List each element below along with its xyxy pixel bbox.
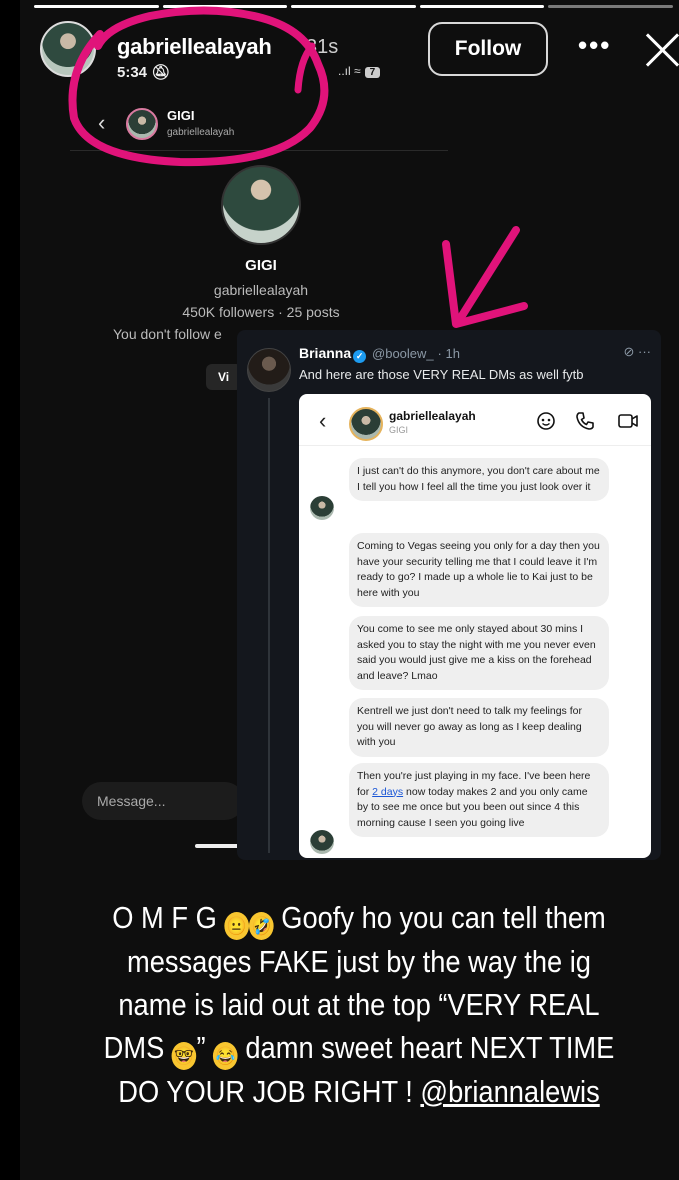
inner-status-icons: ..ıl ≈7 xyxy=(338,64,381,78)
thread-line xyxy=(268,398,270,853)
tweet-author-handle: @boolew_ xyxy=(372,346,434,361)
inner-chat-avatar xyxy=(126,108,158,140)
inner-status-time: 5:34 🔕︎ xyxy=(117,64,171,81)
close-icon[interactable] xyxy=(644,28,679,68)
battery-icon: 7 xyxy=(364,67,381,78)
dm-message-avatar xyxy=(310,496,334,520)
dm-message: I just can't do this anymore, you don't … xyxy=(349,458,609,501)
mention-link[interactable]: @briannalewis xyxy=(420,1074,599,1109)
rofl-emoji: 🤣 xyxy=(249,912,274,940)
tweet-text: And here are those VERY REAL DMs as well… xyxy=(299,367,584,382)
tears-of-joy-emoji: 😂 xyxy=(213,1042,238,1070)
dm-link: 2 days xyxy=(372,785,404,798)
dm-screenshot: ‹ gabriellealayah GIGI I just can't do t… xyxy=(299,394,651,858)
dm-message: Kentrell we just don't need to talk my f… xyxy=(349,698,609,757)
nerd-face-emoji: 🤓 xyxy=(171,1042,197,1070)
tweet-time: · 1h xyxy=(437,346,460,361)
dm-avatar xyxy=(349,407,383,441)
video-call-icon xyxy=(618,414,638,428)
profile-stats: 450K followers · 25 posts xyxy=(182,304,340,320)
story-avatar[interactable] xyxy=(40,21,96,77)
dm-message-last: Then you're just playing in my face. I'v… xyxy=(349,763,609,837)
profile-handle: gabriellealayah xyxy=(213,282,309,298)
profile-name: GIGI xyxy=(245,257,277,274)
dm-message: You come to see me only stayed about 30 … xyxy=(349,616,609,690)
tweet-actions-icon: ⊘ ··· xyxy=(623,344,652,359)
tweet-header: Brianna ✓ @boolew_ · 1h xyxy=(299,345,460,363)
dm-name: gabriellealayah xyxy=(389,409,476,423)
profile-avatar xyxy=(221,165,301,245)
tweet-author-name: Brianna xyxy=(299,345,352,361)
inner-chat-name: GIGI xyxy=(167,108,195,123)
dm-header: ‹ gabriellealayah GIGI xyxy=(299,394,651,446)
dm-back-icon: ‹ xyxy=(319,408,327,433)
more-options-icon[interactable]: ••• xyxy=(578,30,611,61)
home-indicator xyxy=(195,844,243,848)
tweet-avatar xyxy=(247,348,291,392)
profile-follow-note: You don't follow e xyxy=(113,326,222,342)
neutral-face-emoji: 😐 xyxy=(224,912,250,940)
story-time: 31s xyxy=(306,36,339,58)
inner-divider xyxy=(70,150,448,151)
verified-icon: ✓ xyxy=(353,350,367,363)
phone-icon xyxy=(576,412,594,430)
inner-chat-handle: gabriellealayah xyxy=(167,127,235,138)
dm-message: Coming to Vegas seeing you only for a da… xyxy=(349,533,609,607)
follow-button[interactable]: Follow xyxy=(428,22,548,76)
effects-icon xyxy=(537,412,555,430)
inner-back-icon: ‹ xyxy=(98,110,106,135)
dm-message-avatar xyxy=(310,830,334,854)
story-username[interactable]: gabriellealayah xyxy=(117,34,272,60)
dm-subname: GIGI xyxy=(389,425,409,435)
story-progress xyxy=(34,5,673,8)
tweet-card: Brianna ✓ @boolew_ · 1h ⊘ ··· And here ar… xyxy=(237,330,661,860)
story-caption: O M F G 😐 🤣 Goofy ho you can tell them me… xyxy=(103,900,615,1109)
mute-icon: 🔕︎ xyxy=(151,64,171,81)
inner-message-input: Message... xyxy=(82,782,244,820)
